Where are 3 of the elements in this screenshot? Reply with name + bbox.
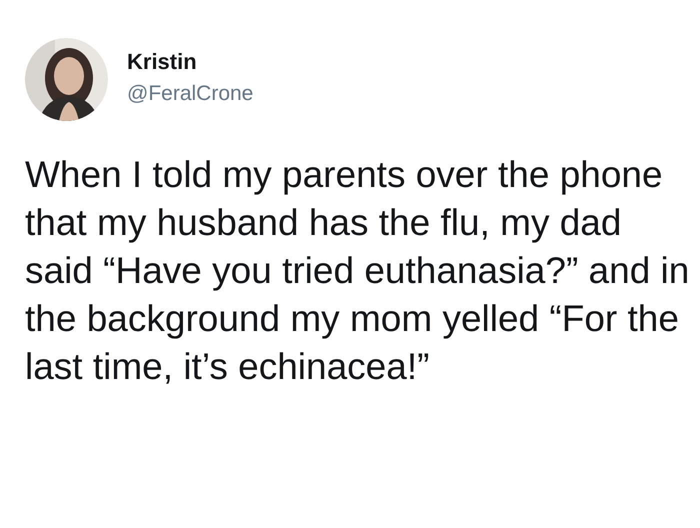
author-name: Kristin [127, 48, 198, 76]
post-text: When I told my parents over the phone that my husband has the flu, my dad said “Have you tried euthanasia?” and in the background my mom yelled “For the last time, it’s echinacea!” [25, 153, 690, 389]
author-handle: @FeralCrone [127, 81, 254, 108]
